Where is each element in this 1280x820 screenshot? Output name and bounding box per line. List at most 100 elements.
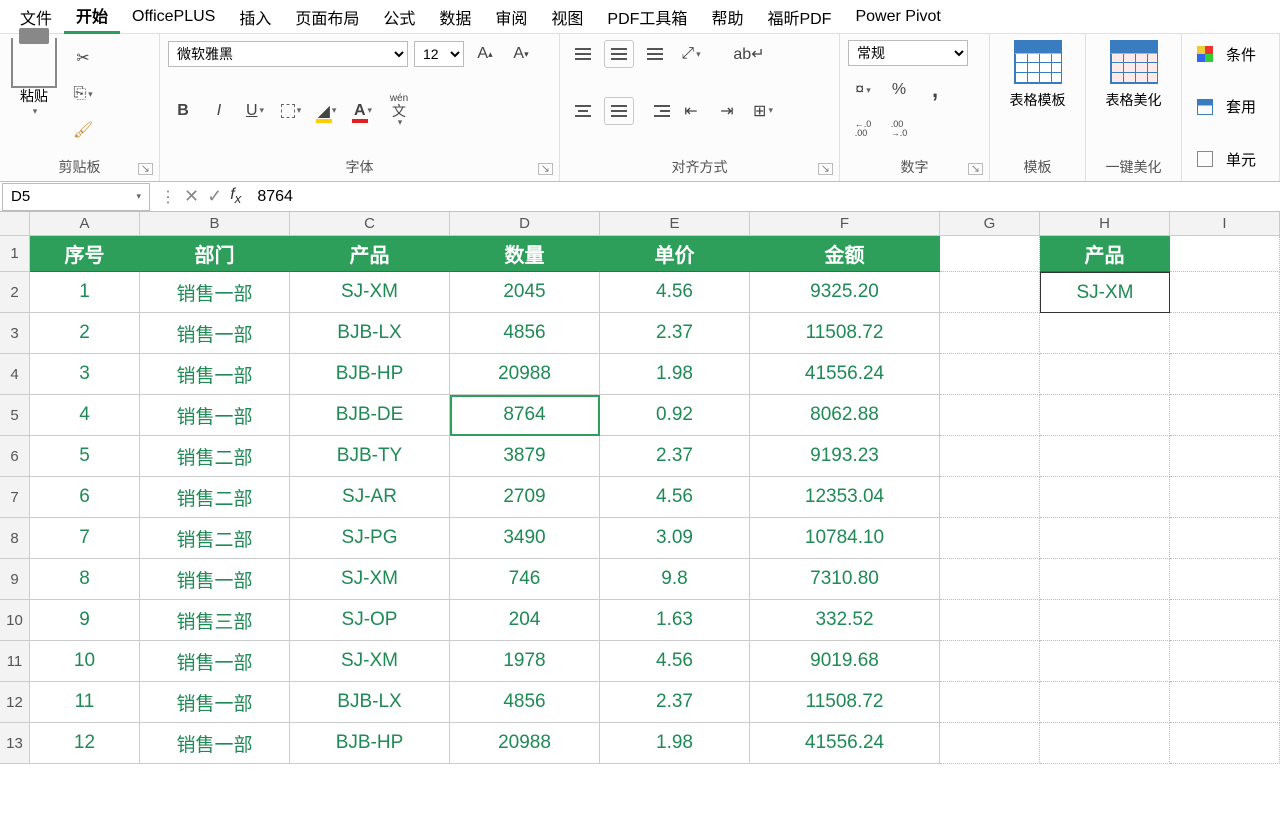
menu-formulas[interactable]: 公式 [371, 1, 427, 33]
empty-cell[interactable] [1040, 354, 1170, 395]
data-cell[interactable]: 10 [30, 641, 140, 682]
data-cell[interactable]: 8062.88 [750, 395, 940, 436]
data-cell[interactable]: 销售一部 [140, 682, 290, 723]
dialog-launcher-font[interactable]: ↘ [538, 163, 553, 175]
wrap-text-button[interactable]: ab↵ [734, 40, 764, 68]
data-cell[interactable]: BJB-TY [290, 436, 450, 477]
data-cell[interactable]: 9.8 [600, 559, 750, 600]
data-cell[interactable]: SJ-XM [290, 641, 450, 682]
data-cell[interactable]: BJB-DE [290, 395, 450, 436]
row-header[interactable]: 1 [0, 236, 30, 272]
col-header-G[interactable]: G [940, 212, 1040, 236]
menu-powerpivot[interactable]: Power Pivot [843, 4, 952, 30]
data-cell[interactable]: 2 [30, 313, 140, 354]
data-cell[interactable]: 9 [30, 600, 140, 641]
data-cell[interactable]: SJ-PG [290, 518, 450, 559]
align-center-button[interactable] [604, 97, 634, 125]
data-cell[interactable]: 10784.10 [750, 518, 940, 559]
merge-cells-button[interactable]: ⊞▾ [748, 97, 778, 125]
data-cell[interactable]: 1.98 [600, 354, 750, 395]
row-header[interactable]: 12 [0, 682, 30, 723]
col-header-H[interactable]: H [1040, 212, 1170, 236]
empty-cell[interactable] [1040, 436, 1170, 477]
menu-home[interactable]: 开始 [64, 0, 120, 34]
decrease-indent-button[interactable]: ⇤ [676, 97, 706, 125]
align-top-button[interactable] [568, 40, 598, 68]
row-header[interactable]: 5 [0, 395, 30, 436]
empty-cell[interactable] [1040, 682, 1170, 723]
data-cell[interactable]: 9193.23 [750, 436, 940, 477]
name-box[interactable]: D5▾ [2, 183, 150, 211]
data-cell[interactable]: 2.37 [600, 682, 750, 723]
menu-data[interactable]: 数据 [427, 1, 483, 33]
data-cell[interactable]: 8 [30, 559, 140, 600]
data-cell[interactable]: 4856 [450, 313, 600, 354]
col-header-B[interactable]: B [140, 212, 290, 236]
data-cell[interactable]: 746 [450, 559, 600, 600]
decrease-font-button[interactable]: A▾ [506, 40, 536, 68]
fx-button[interactable]: fx [230, 186, 241, 206]
empty-cell[interactable] [1170, 518, 1280, 559]
data-cell[interactable]: 11 [30, 682, 140, 723]
data-cell[interactable]: 11508.72 [750, 313, 940, 354]
menu-insert[interactable]: 插入 [227, 1, 283, 33]
percent-button[interactable]: % [884, 76, 914, 104]
empty-cell[interactable] [1170, 559, 1280, 600]
font-size-select[interactable]: 12 [414, 41, 464, 67]
col-header-C[interactable]: C [290, 212, 450, 236]
data-cell[interactable]: 3 [30, 354, 140, 395]
empty-cell[interactable] [1170, 436, 1280, 477]
data-cell[interactable]: 1.63 [600, 600, 750, 641]
table-header-index[interactable]: 序号 [30, 236, 140, 272]
menu-help[interactable]: 帮助 [699, 1, 755, 33]
empty-cell[interactable] [940, 395, 1040, 436]
data-cell[interactable]: SJ-OP [290, 600, 450, 641]
empty-cell[interactable] [940, 436, 1040, 477]
font-color-button[interactable]: A▾ [348, 97, 378, 125]
cancel-formula-button[interactable]: ✕ [184, 186, 199, 207]
cut-button[interactable]: ✂ [68, 44, 98, 72]
increase-decimal-button[interactable]: ←.0.00 [848, 115, 878, 143]
empty-cell[interactable] [1170, 682, 1280, 723]
data-cell[interactable]: 销售一部 [140, 723, 290, 764]
data-cell[interactable]: 0.92 [600, 395, 750, 436]
data-cell[interactable]: 4.56 [600, 641, 750, 682]
data-cell[interactable]: 4856 [450, 682, 600, 723]
select-all-corner[interactable] [0, 212, 30, 236]
row-header[interactable]: 4 [0, 354, 30, 395]
data-cell[interactable]: 2.37 [600, 436, 750, 477]
formula-input[interactable] [249, 183, 1280, 211]
table-template-button[interactable]: 表格模板 [1010, 40, 1066, 110]
data-cell[interactable]: 销售一部 [140, 395, 290, 436]
data-cell[interactable]: 2709 [450, 477, 600, 518]
data-cell[interactable]: 1.98 [600, 723, 750, 764]
empty-cell[interactable] [1040, 723, 1170, 764]
row-header[interactable]: 8 [0, 518, 30, 559]
data-cell[interactable]: BJB-HP [290, 723, 450, 764]
empty-cell[interactable] [940, 559, 1040, 600]
data-cell[interactable]: 销售二部 [140, 518, 290, 559]
empty-cell[interactable] [1040, 559, 1170, 600]
empty-cell[interactable] [1040, 313, 1170, 354]
cells-area[interactable]: 序号 部门 产品 数量 单价 金额 产品 1销售一部SJ-XM20454.569… [30, 236, 1280, 764]
empty-cell[interactable] [940, 518, 1040, 559]
data-cell[interactable]: BJB-LX [290, 682, 450, 723]
col-header-E[interactable]: E [600, 212, 750, 236]
col-header-A[interactable]: A [30, 212, 140, 236]
data-cell[interactable]: 7 [30, 518, 140, 559]
row-header[interactable]: 6 [0, 436, 30, 477]
empty-cell[interactable] [940, 313, 1040, 354]
table-header-qty[interactable]: 数量 [450, 236, 600, 272]
dialog-launcher-align[interactable]: ↘ [818, 163, 833, 175]
paste-button[interactable]: 粘贴 ▾ [8, 40, 60, 144]
empty-cell[interactable] [940, 477, 1040, 518]
menu-pagelayout[interactable]: 页面布局 [283, 1, 371, 33]
data-cell[interactable]: 41556.24 [750, 723, 940, 764]
data-cell[interactable]: 2.37 [600, 313, 750, 354]
underline-button[interactable]: U▾ [240, 97, 270, 125]
data-cell[interactable]: SJ-XM [290, 272, 450, 313]
data-cell[interactable]: 3.09 [600, 518, 750, 559]
font-name-select[interactable]: 微软雅黑 [168, 41, 408, 67]
menu-pdftoolbox[interactable]: PDF工具箱 [595, 1, 699, 33]
col-header-D[interactable]: D [450, 212, 600, 236]
